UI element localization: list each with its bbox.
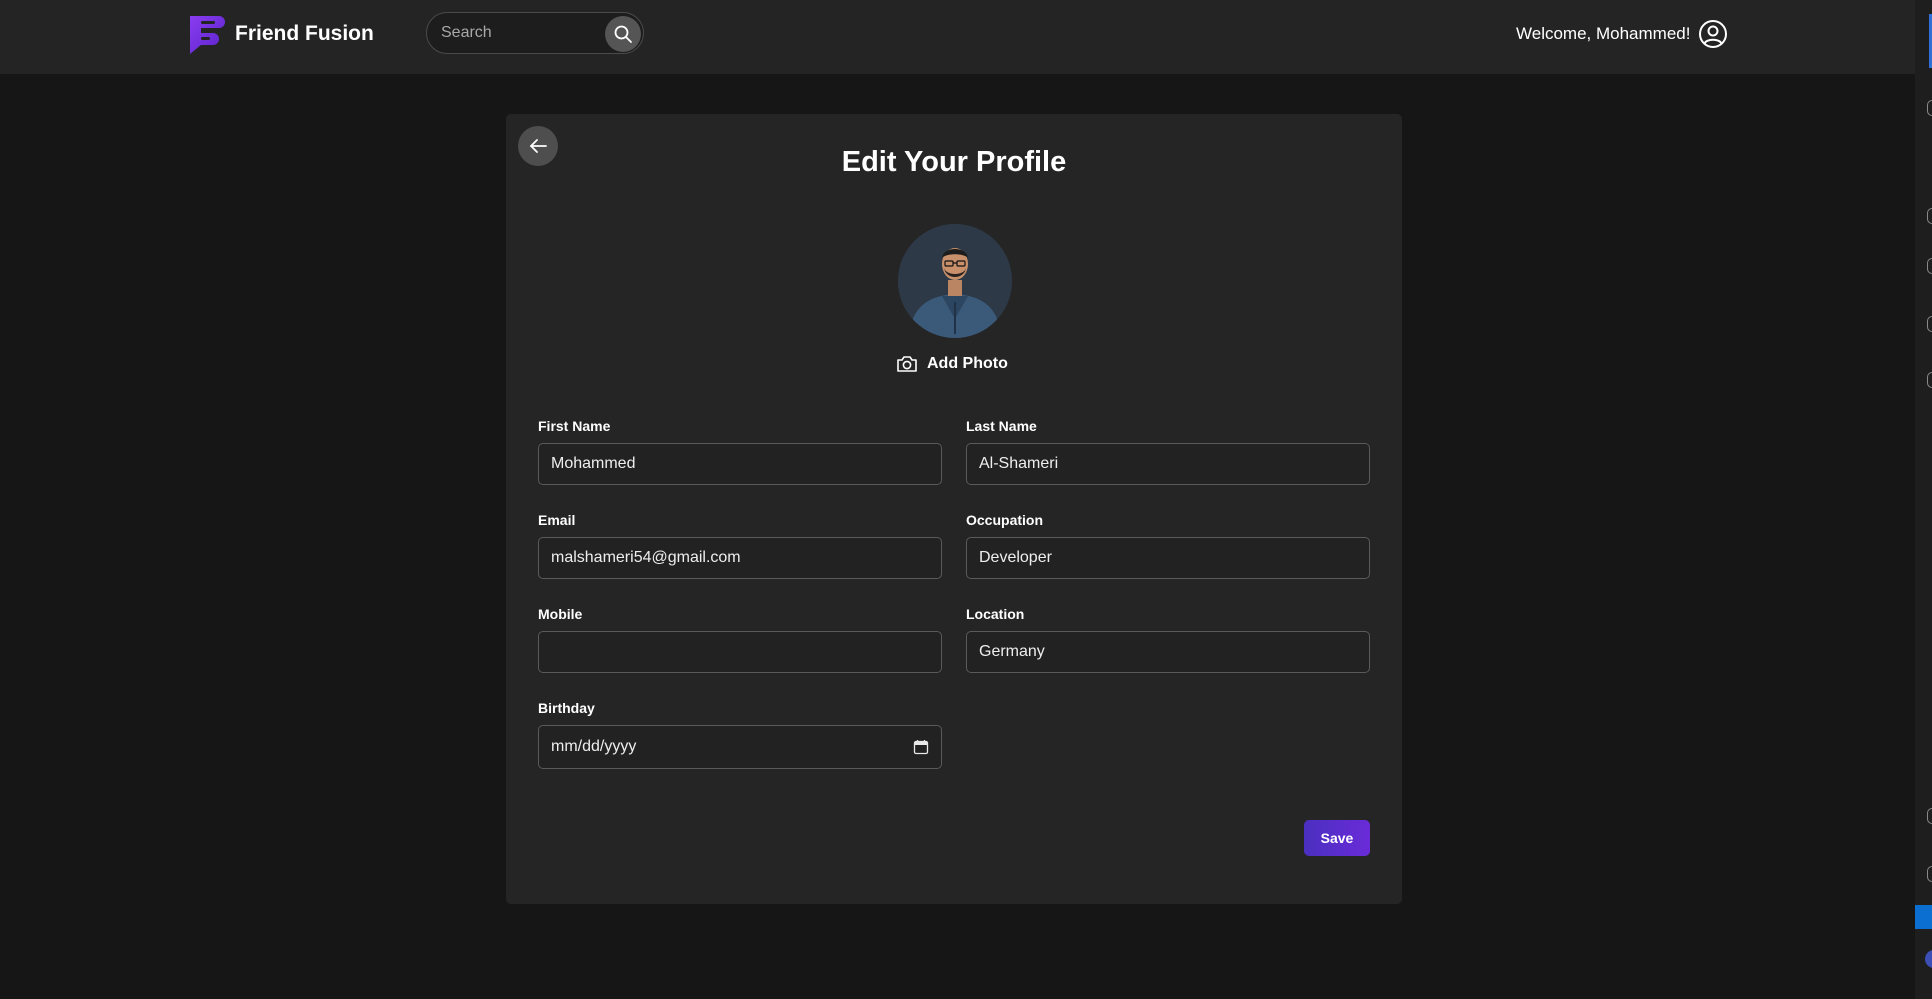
last-name-input[interactable] — [966, 443, 1370, 485]
location-label: Location — [966, 606, 1025, 622]
top-navbar: Friend Fusion Welcome, Mohammed! — [0, 0, 1915, 74]
calendar-icon[interactable] — [913, 739, 929, 755]
edit-profile-card: Edit Your Profile Add Photo First Name M… — [506, 114, 1402, 904]
first-name-group: First Name — [538, 418, 942, 485]
add-photo-button[interactable]: Add Photo — [896, 354, 1008, 374]
birthday-label: Birthday — [538, 700, 595, 716]
side-panel-icon[interactable] — [1927, 100, 1932, 116]
page-title: Edit Your Profile — [841, 146, 1067, 178]
birthday-group: Birthday mm/dd/yyyy — [538, 700, 942, 769]
save-button[interactable]: Save — [1304, 820, 1370, 856]
email-group: Email — [538, 512, 942, 579]
brand-name: Friend Fusion — [235, 22, 374, 45]
search-button[interactable] — [605, 16, 641, 52]
welcome-text: Welcome, Mohammed! — [1516, 24, 1691, 43]
profile-photo — [898, 224, 1012, 338]
camera-icon — [897, 356, 917, 372]
last-name-group: Last Name — [966, 418, 1370, 485]
mobile-input[interactable] — [538, 631, 942, 673]
occupation-group: Occupation — [966, 512, 1370, 579]
user-circle-icon[interactable] — [1698, 19, 1728, 49]
search-box — [426, 12, 644, 54]
location-input[interactable] — [966, 631, 1370, 673]
first-name-input[interactable] — [538, 443, 942, 485]
last-name-label: Last Name — [966, 418, 1037, 434]
occupation-label: Occupation — [966, 512, 1044, 528]
brand-logo-icon — [190, 16, 225, 54]
side-panel-icon[interactable] — [1927, 258, 1932, 274]
side-panel-icon[interactable] — [1927, 372, 1932, 388]
add-photo-label: Add Photo — [927, 355, 1008, 372]
first-name-label: First Name — [538, 418, 611, 434]
side-panel-edge — [1915, 0, 1932, 999]
email-input[interactable] — [538, 537, 942, 579]
profile-avatar — [898, 224, 1012, 338]
user-menu[interactable]: Welcome, Mohammed! — [1516, 19, 1728, 49]
birthday-value: mm/dd/yyyy — [551, 738, 637, 755]
side-panel-close-button[interactable] — [1915, 905, 1932, 929]
brand-home-link[interactable]: Friend Fusion — [187, 13, 374, 55]
side-panel-icon[interactable] — [1927, 316, 1932, 332]
email-label: Email — [538, 512, 576, 528]
mobile-group: Mobile — [538, 606, 942, 673]
side-panel-icon[interactable] — [1927, 208, 1932, 224]
search-icon — [614, 25, 632, 43]
side-panel-icon[interactable] — [1927, 866, 1932, 882]
occupation-input[interactable] — [966, 537, 1370, 579]
search-input[interactable] — [441, 13, 591, 53]
mobile-label: Mobile — [538, 606, 583, 622]
location-group: Location — [966, 606, 1370, 673]
birthday-input[interactable]: mm/dd/yyyy — [538, 725, 942, 769]
side-panel-icon[interactable] — [1927, 808, 1932, 824]
